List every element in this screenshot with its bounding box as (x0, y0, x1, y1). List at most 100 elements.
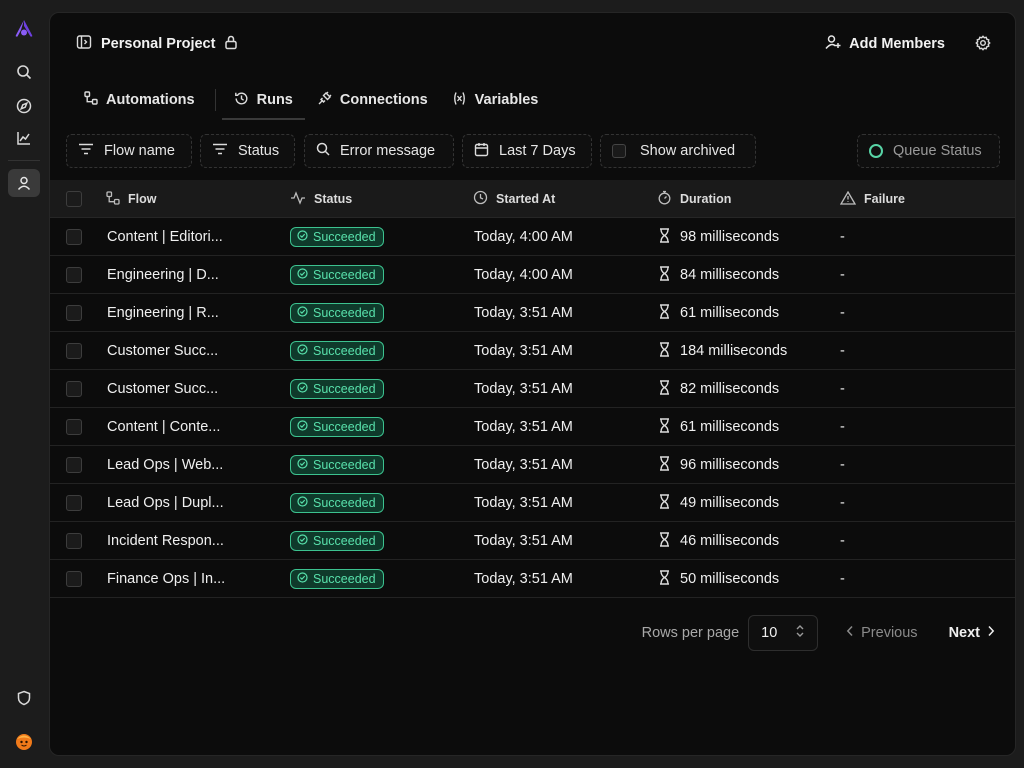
left-rail (0, 0, 48, 768)
table-row[interactable]: Incident Respon... Succeeded Today, 3:51 A… (50, 522, 1015, 560)
column-duration[interactable]: Duration (657, 180, 731, 218)
flow-name[interactable]: Content | Conte... (107, 408, 220, 446)
status-label: Succeeded (313, 344, 376, 358)
flow-name[interactable]: Finance Ops | In... (107, 560, 225, 598)
next-page-button[interactable]: Next (949, 625, 995, 641)
check-circle-icon (297, 306, 308, 320)
calendar-icon (474, 142, 489, 161)
duration-cell: 61 milliseconds (659, 294, 779, 332)
status-badge: Succeeded (290, 227, 384, 247)
table-row[interactable]: Finance Ops | In... Succeeded Today, 3:51 … (50, 560, 1015, 598)
rows-per-page-select[interactable]: 10 (748, 615, 819, 651)
check-circle-icon (297, 572, 308, 586)
table-row[interactable]: Content | Editori... Succeeded Today, 4:00… (50, 218, 1015, 256)
status-label: Succeeded (313, 382, 376, 396)
gear-icon[interactable] (975, 35, 991, 56)
row-checkbox[interactable] (66, 457, 82, 473)
flow-name[interactable]: Customer Succ... (107, 370, 218, 408)
duration-value: 82 milliseconds (680, 381, 780, 397)
duration-cell: 49 milliseconds (659, 484, 779, 522)
status-label: Succeeded (313, 230, 376, 244)
column-failure[interactable]: Failure (839, 180, 905, 218)
chart-icon[interactable] (8, 124, 40, 152)
hourglass-icon (659, 417, 670, 437)
lock-icon (224, 35, 238, 54)
table-body: Content | Editori... Succeeded Today, 4:00… (50, 218, 1015, 598)
started-at: Today, 3:51 AM (474, 571, 573, 587)
search-icon[interactable] (8, 58, 40, 86)
row-checkbox[interactable] (66, 229, 82, 245)
table-row[interactable]: Content | Conte... Succeeded Today, 3:51 A… (50, 408, 1015, 446)
table-row[interactable]: Lead Ops | Dupl... Succeeded Today, 3:51 A… (50, 484, 1015, 522)
row-checkbox[interactable] (66, 381, 82, 397)
filter-label: Show archived (640, 143, 736, 159)
status-badge: Succeeded (290, 379, 384, 399)
status-label: Succeeded (313, 458, 376, 472)
flow-name[interactable]: Engineering | D... (107, 256, 219, 294)
flow-name-filter[interactable]: Flow name (66, 134, 192, 168)
show-archived-checkbox[interactable] (612, 144, 626, 158)
duration-cell: 96 milliseconds (659, 446, 779, 484)
avatar[interactable] (8, 727, 40, 755)
flow-name[interactable]: Content | Editori... (107, 218, 223, 256)
status-cell: Succeeded (290, 408, 384, 446)
duration-cell: 46 milliseconds (659, 522, 779, 560)
row-checkbox[interactable] (66, 533, 82, 549)
row-checkbox[interactable] (66, 419, 82, 435)
status-badge: Succeeded (290, 341, 384, 361)
status-filter[interactable]: Status (200, 134, 295, 168)
table-row[interactable]: Customer Succ... Succeeded Today, 3:51 AM 1… (50, 332, 1015, 370)
compass-icon[interactable] (8, 92, 40, 120)
table-row[interactable]: Engineering | D... Succeeded Today, 4:00 A… (50, 256, 1015, 294)
project-switcher[interactable]: Personal Project (76, 34, 238, 54)
hourglass-icon (659, 493, 670, 513)
failure-value: - (840, 457, 845, 473)
tab-variables[interactable]: Variables (440, 81, 551, 119)
flow-name[interactable]: Lead Ops | Dupl... (107, 484, 224, 522)
table-row[interactable]: Lead Ops | Web... Succeeded Today, 3:51 AM… (50, 446, 1015, 484)
started-at: Today, 3:51 AM (474, 533, 573, 549)
queue-status-label: Queue Status (893, 143, 982, 159)
logo-icon[interactable] (8, 14, 40, 42)
show-archived-toggle[interactable]: Show archived (600, 134, 756, 168)
column-status[interactable]: Status (290, 180, 352, 218)
tab-automations[interactable]: Automations (72, 81, 207, 119)
add-members-button[interactable]: Add Members (825, 34, 945, 54)
row-checkbox[interactable] (66, 571, 82, 587)
column-flow[interactable]: Flow (106, 180, 156, 218)
failure-value: - (840, 343, 845, 359)
table-header: Flow Status Started At Duration Failure (50, 180, 1015, 218)
history-icon (234, 91, 249, 110)
error-message-filter[interactable]: Error message (304, 134, 454, 168)
tab-connections[interactable]: Connections (305, 81, 440, 119)
hourglass-icon (659, 379, 670, 399)
flow-name[interactable]: Engineering | R... (107, 294, 219, 332)
row-checkbox[interactable] (66, 267, 82, 283)
hourglass-icon (659, 227, 670, 247)
column-started-at[interactable]: Started At (473, 180, 555, 218)
started-at: Today, 4:00 AM (474, 229, 573, 245)
hourglass-icon (659, 303, 670, 323)
queue-status-icon (869, 144, 883, 158)
flow-name[interactable]: Customer Succ... (107, 332, 218, 370)
status-label: Succeeded (313, 534, 376, 548)
flow-name[interactable]: Incident Respon... (107, 522, 224, 560)
table-row[interactable]: Engineering | R... Succeeded Today, 3:51 A… (50, 294, 1015, 332)
row-checkbox[interactable] (66, 495, 82, 511)
row-checkbox[interactable] (66, 305, 82, 321)
date-range-filter[interactable]: Last 7 Days (462, 134, 592, 168)
queue-status-button[interactable]: Queue Status (857, 134, 1000, 168)
table-row[interactable]: Customer Succ... Succeeded Today, 3:51 AM 8… (50, 370, 1015, 408)
tab-runs[interactable]: Runs (221, 81, 306, 120)
select-all-checkbox[interactable] (66, 191, 82, 207)
hourglass-icon (659, 455, 670, 475)
filter-label: Error message (340, 143, 436, 159)
row-checkbox[interactable] (66, 343, 82, 359)
shield-icon[interactable] (8, 684, 40, 712)
flow-name[interactable]: Lead Ops | Web... (107, 446, 223, 484)
sidebar-toggle-icon[interactable] (76, 34, 92, 54)
user-icon[interactable] (8, 169, 40, 197)
rail-divider (8, 160, 40, 161)
status-cell: Succeeded (290, 446, 384, 484)
previous-page-button[interactable]: Previous (846, 625, 918, 641)
